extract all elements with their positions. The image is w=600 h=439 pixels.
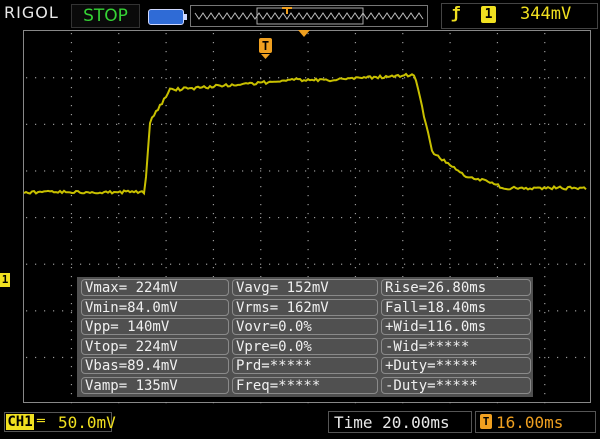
- memory-depth-window: [190, 5, 428, 27]
- measurement-cell: Vavg= 152mV: [232, 279, 378, 296]
- brand-label: RIGOL: [4, 3, 59, 22]
- measurement-cell: +Wid=116.0ms: [381, 318, 531, 335]
- measurement-cell: Vbas=89.4mV: [81, 357, 229, 374]
- battery-icon: [148, 9, 187, 25]
- trigger-offset-value: 16.00ms: [496, 413, 564, 432]
- measurement-cell: +Duty=*****: [381, 357, 531, 374]
- measurement-cell: Vamp= 135mV: [81, 376, 229, 394]
- measurement-cell: Vmax= 224mV: [81, 279, 229, 296]
- trigger-offset-icon: T: [480, 414, 492, 429]
- dc-coupling-icon: ═: [37, 414, 45, 429]
- measurement-cell: Rise=26.80ms: [381, 279, 531, 296]
- measurement-cell: Vovr=0.0%: [232, 318, 378, 335]
- measurement-cell: Freq=*****: [232, 376, 378, 394]
- measurement-cell: Vrms= 162mV: [232, 298, 378, 316]
- timebase-value: Time 20.00ms: [334, 413, 450, 432]
- rising-edge-icon: ƒ: [451, 3, 461, 22]
- trigger-channel-badge: 1: [481, 6, 496, 23]
- memory-waveform-preview: [194, 7, 424, 25]
- measurement-cell: Fall=18.40ms: [381, 298, 531, 316]
- measurement-cell: -Duty=*****: [381, 376, 531, 394]
- measurement-panel: Vmax= 224mV Vavg= 152mV Rise=26.80ms Vmin=8…: [77, 277, 533, 397]
- channel-1-tag: CH1: [6, 414, 34, 430]
- measurement-cell: Vtop= 224mV: [81, 337, 229, 355]
- measurement-cell: -Wid=*****: [381, 337, 531, 355]
- measurement-cell: Vmin=84.0mV: [81, 298, 229, 316]
- run-stop-indicator[interactable]: STOP: [71, 4, 140, 28]
- measurement-cell: Prd=*****: [232, 357, 378, 374]
- measurement-cell: Vpp= 140mV: [81, 318, 229, 335]
- channel-1-scale: 50.0mV: [58, 413, 116, 432]
- channel-1-ground-marker[interactable]: 1: [0, 273, 10, 287]
- measurement-cell: Vpre=0.0%: [232, 337, 378, 355]
- top-status-bar: RIGOL STOP ƒ 1 344mV: [0, 0, 600, 30]
- trigger-level-value: 344mV: [520, 4, 572, 24]
